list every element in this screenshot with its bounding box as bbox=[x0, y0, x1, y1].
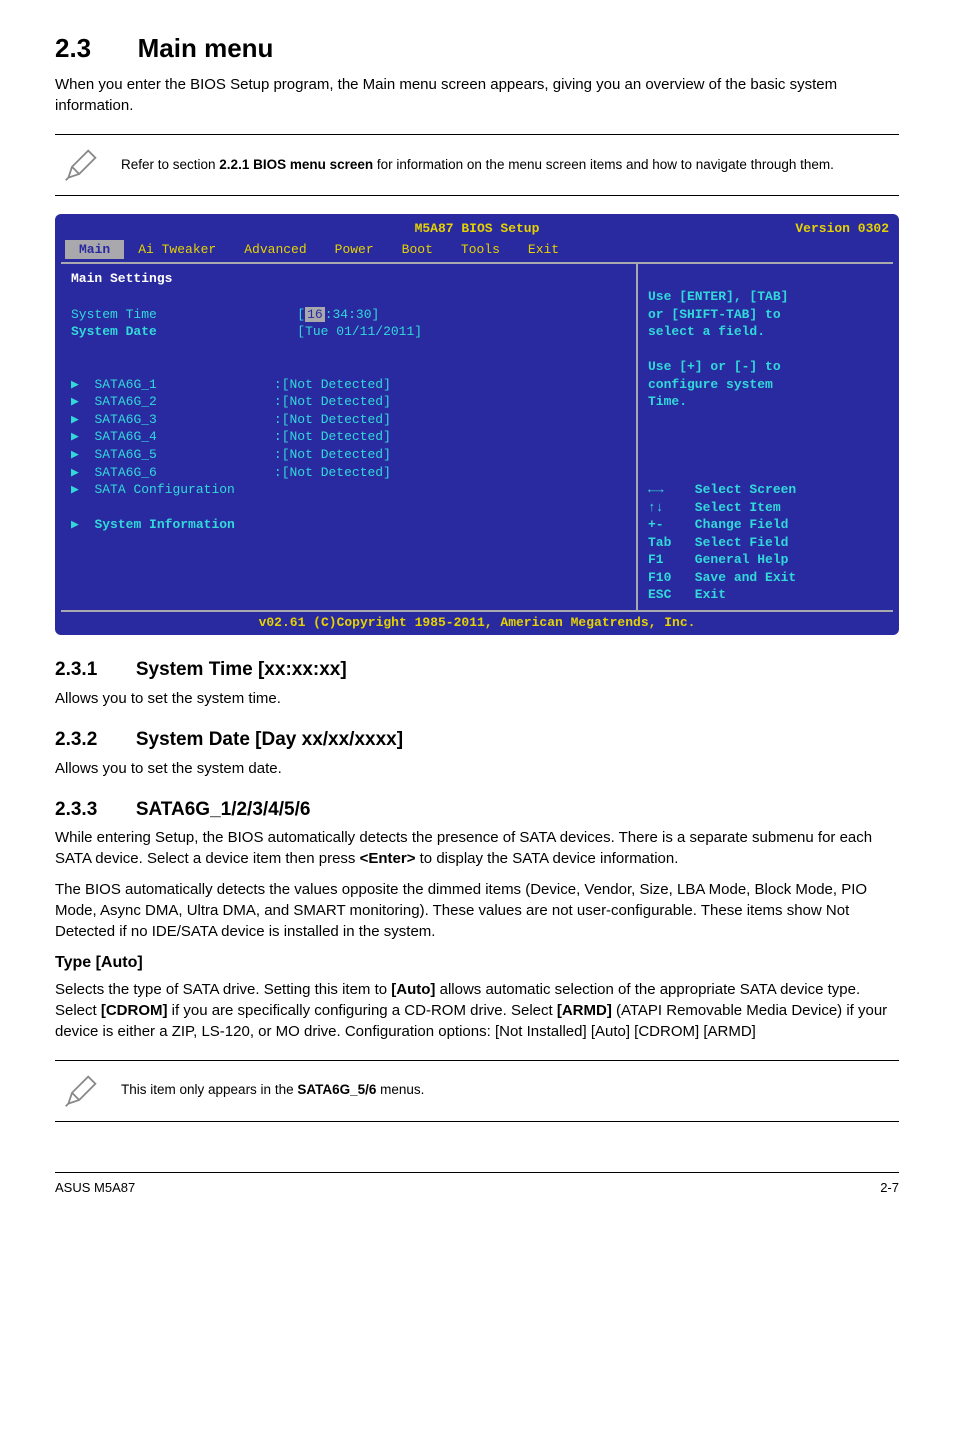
bios-help-pane: Use [ENTER], [TAB] or [SHIFT-TAB] to sel… bbox=[638, 264, 893, 609]
bios-sata-item: SATA6G_1 bbox=[94, 377, 156, 392]
bios-tab-bar: Main Ai Tweaker Advanced Power Boot Tool… bbox=[61, 240, 893, 263]
section-heading: 2.3 Main menu bbox=[55, 30, 899, 66]
triangle-icon: ▶ bbox=[71, 482, 79, 497]
note-block: Refer to section 2.2.1 BIOS menu screen … bbox=[55, 134, 899, 196]
body-text: Selects the type of SATA drive. Setting … bbox=[55, 979, 899, 1042]
triangle-icon: ▶ bbox=[71, 394, 79, 409]
bios-tab-power: Power bbox=[321, 240, 388, 260]
bios-nav-line: +- Change Field bbox=[648, 517, 788, 532]
bios-left-pane: Main Settings System Time [16:34:30] Sys… bbox=[61, 264, 638, 609]
bios-nav-line: F10 Save and Exit bbox=[648, 570, 796, 585]
footer-right: 2-7 bbox=[880, 1179, 899, 1197]
subsection-heading: 2.3.3 SATA6G_1/2/3/4/5/6 bbox=[55, 797, 899, 824]
body-text: Allows you to set the system time. bbox=[55, 688, 899, 709]
note-text: This item only appears in the SATA6G_5/6… bbox=[121, 1081, 424, 1100]
subsection-heading: 2.3.2 System Date [Day xx/xx/xxxx] bbox=[55, 727, 899, 754]
bios-footer: v02.61 (C)Copyright 1985-2011, American … bbox=[61, 612, 893, 634]
triangle-icon: ▶ bbox=[71, 412, 79, 427]
bios-help-1: Use [ENTER], [TAB] or [SHIFT-TAB] to sel… bbox=[648, 289, 788, 339]
bios-version: Version 0302 bbox=[795, 220, 889, 238]
bios-nav-line: Tab Select Field bbox=[648, 535, 788, 550]
bios-tab-advanced: Advanced bbox=[230, 240, 320, 260]
body-text: While entering Setup, the BIOS automatic… bbox=[55, 827, 899, 869]
system-date-value: [Tue 01/11/2011] bbox=[297, 324, 422, 339]
system-time-hour: 16 bbox=[305, 307, 325, 322]
triangle-icon: ▶ bbox=[71, 517, 79, 532]
type-auto-heading: Type [Auto] bbox=[55, 952, 899, 974]
body-text: Allows you to set the system date. bbox=[55, 758, 899, 779]
main-settings-heading: Main Settings bbox=[71, 271, 172, 286]
footer-left: ASUS M5A87 bbox=[55, 1179, 135, 1197]
bios-tab-aitweaker: Ai Tweaker bbox=[124, 240, 230, 260]
bios-sata-item: SATA6G_2 bbox=[94, 394, 156, 409]
bios-nav-line: ESC Exit bbox=[648, 587, 726, 602]
intro-paragraph: When you enter the BIOS Setup program, t… bbox=[55, 74, 899, 116]
section-number: 2.3 bbox=[55, 33, 91, 63]
bios-help-2: Use [+] or [-] to configure system Time. bbox=[648, 359, 781, 409]
section-name: Main menu bbox=[138, 33, 274, 63]
bios-sata-item: SATA6G_3 bbox=[94, 412, 156, 427]
bios-nav-line: ←→ Select Screen bbox=[648, 482, 796, 497]
bios-tab-boot: Boot bbox=[388, 240, 447, 260]
bios-title: M5A87 BIOS Setup bbox=[415, 220, 540, 238]
bios-system-information: System Information bbox=[94, 517, 234, 532]
triangle-icon: ▶ bbox=[71, 429, 79, 444]
page-footer: ASUS M5A87 2-7 bbox=[55, 1172, 899, 1197]
system-date-label: System Date bbox=[71, 324, 157, 339]
pencil-icon bbox=[61, 1071, 101, 1111]
bios-nav-line: F1 General Help bbox=[648, 552, 788, 567]
bios-sata-item: SATA6G_5 bbox=[94, 447, 156, 462]
bios-sata-item: SATA6G_4 bbox=[94, 429, 156, 444]
subsection-heading: 2.3.1 System Time [xx:xx:xx] bbox=[55, 657, 899, 684]
triangle-icon: ▶ bbox=[71, 465, 79, 480]
bios-sata-item: SATA6G_6 bbox=[94, 465, 156, 480]
bios-tab-tools: Tools bbox=[447, 240, 514, 260]
triangle-icon: ▶ bbox=[71, 377, 79, 392]
bios-nav-line: ↑↓ Select Item bbox=[648, 500, 781, 515]
pencil-icon bbox=[61, 145, 101, 185]
bios-screenshot: M5A87 BIOS Setup Version 0302 Main Ai Tw… bbox=[55, 214, 899, 635]
triangle-icon: ▶ bbox=[71, 447, 79, 462]
body-text: The BIOS automatically detects the value… bbox=[55, 879, 899, 942]
system-time-label: System Time bbox=[71, 307, 157, 322]
bios-tab-main: Main bbox=[65, 240, 124, 260]
bios-tab-exit: Exit bbox=[514, 240, 573, 260]
bios-sata-config: SATA Configuration bbox=[94, 482, 234, 497]
note-text: Refer to section 2.2.1 BIOS menu screen … bbox=[121, 156, 834, 175]
note-block: This item only appears in the SATA6G_5/6… bbox=[55, 1060, 899, 1122]
